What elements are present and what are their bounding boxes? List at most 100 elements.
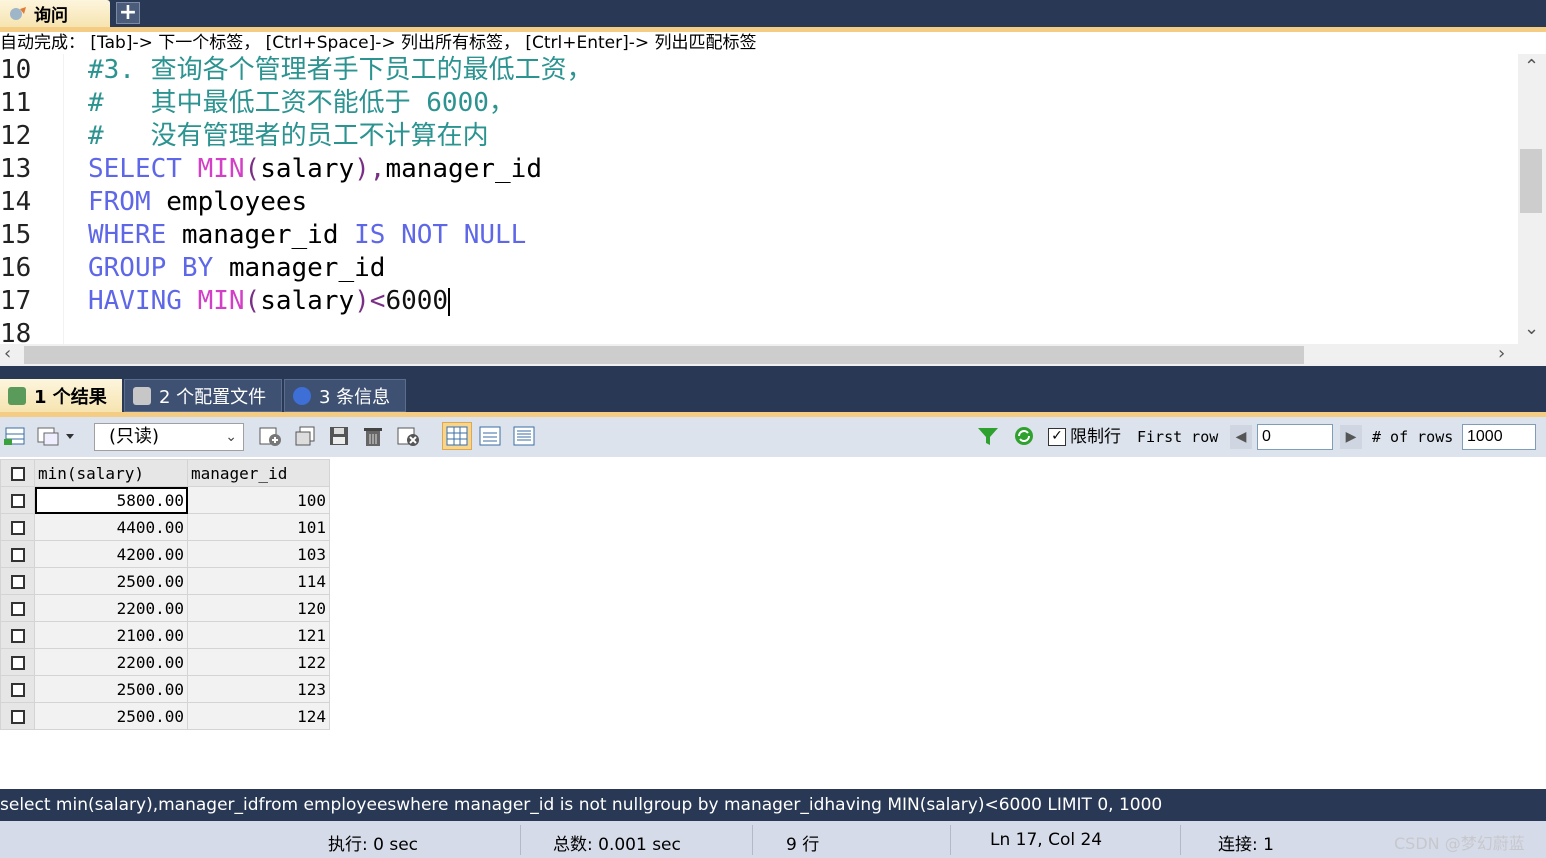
tab-messages[interactable]: 3 条信息 (284, 379, 406, 412)
code-line: # 其中最低工资不能低于 6000， (88, 88, 515, 118)
code-token: ( (244, 286, 261, 316)
table-row[interactable]: 2500.00 123 (0, 675, 330, 703)
delete-icon[interactable] (362, 425, 386, 447)
table-row[interactable]: 2500.00 124 (0, 702, 330, 730)
horizontal-scroll-thumb[interactable] (24, 346, 1304, 364)
cell-min-salary[interactable]: 2100.00 (34, 621, 188, 649)
status-divider (520, 825, 521, 855)
refresh-icon[interactable] (1012, 425, 1036, 447)
cell-min-salary[interactable]: 2500.00 (34, 702, 188, 730)
copy-dropdown-icon[interactable] (36, 425, 78, 447)
duplicate-row-icon[interactable] (294, 425, 318, 447)
row-select-checkbox[interactable] (0, 567, 35, 595)
checkbox-icon (10, 629, 25, 643)
tab-results-label: 1 个结果 (34, 386, 107, 408)
tab-results[interactable]: 1 个结果 (0, 379, 122, 412)
grid-view-icon[interactable] (442, 422, 472, 450)
scroll-up-icon[interactable]: ⌃ (1524, 58, 1539, 76)
cell-manager-id[interactable]: 120 (187, 594, 330, 622)
row-select-checkbox[interactable] (0, 540, 35, 568)
table-row[interactable]: 5800.00 100 (0, 486, 330, 514)
mode-select[interactable]: (只读) ⌄ (94, 423, 244, 451)
status-cursor-position: Ln 17, Col 24 (990, 830, 1103, 850)
rows-count-input[interactable] (1462, 424, 1536, 450)
save-icon[interactable] (328, 425, 352, 447)
table-row[interactable]: 2200.00 122 (0, 648, 330, 676)
cell-manager-id[interactable]: 103 (187, 540, 330, 568)
code-token: WHERE (88, 220, 167, 250)
limit-rows-checkbox[interactable]: ✓ (1048, 428, 1066, 446)
checkbox-icon (10, 467, 25, 481)
cell-manager-id[interactable]: 100 (187, 486, 330, 514)
scroll-down-icon[interactable]: ⌄ (1524, 320, 1539, 338)
tab-profile[interactable]: 2 个配置文件 (124, 379, 282, 412)
cell-min-salary[interactable]: 2200.00 (34, 648, 188, 676)
cell-manager-id[interactable]: 123 (187, 675, 330, 703)
cell-min-salary[interactable]: 2500.00 (34, 675, 188, 703)
tab-query-label: 询问 (34, 6, 68, 26)
previous-page-icon[interactable]: ◀ (1230, 425, 1252, 449)
code-token: GROUP BY (88, 253, 214, 283)
code-line: #3. 查询各个管理者手下员工的最低工资， (88, 55, 593, 85)
first-row-label: First row (1137, 428, 1219, 446)
status-bar: 执行: 0 sec 总数: 0.001 sec 9 行 Ln 17, Col 2… (0, 821, 1546, 858)
limit-rows-label: 限制行 (1070, 427, 1121, 447)
code-token: manager_id (166, 220, 355, 250)
scroll-left-icon[interactable]: ‹ (4, 345, 11, 363)
next-page-icon[interactable]: ▶ (1340, 425, 1362, 449)
line-number: 18 (0, 319, 32, 344)
cell-manager-id[interactable]: 121 (187, 621, 330, 649)
line-number: 17 (0, 286, 32, 316)
row-select-checkbox[interactable] (0, 702, 35, 730)
cell-manager-id[interactable]: 122 (187, 648, 330, 676)
row-select-checkbox[interactable] (0, 513, 35, 541)
text-view-icon[interactable] (512, 425, 536, 447)
cell-min-salary[interactable]: 4400.00 (34, 513, 188, 541)
code-token: IS NOT NULL (354, 220, 527, 250)
cell-min-salary[interactable]: 4200.00 (34, 540, 188, 568)
row-select-checkbox[interactable] (0, 675, 35, 703)
cancel-changes-icon[interactable] (396, 425, 420, 447)
checkbox-icon (10, 494, 25, 508)
cell-min-salary[interactable]: 2200.00 (34, 594, 188, 622)
row-select-checkbox[interactable] (0, 594, 35, 622)
table-row[interactable]: 4400.00 101 (0, 513, 330, 541)
add-row-icon[interactable] (258, 425, 282, 447)
line-number: 14 (0, 187, 32, 217)
table-row[interactable]: 2100.00 121 (0, 621, 330, 649)
checkbox-icon (10, 575, 25, 589)
cell-manager-id[interactable]: 124 (187, 702, 330, 730)
row-select-checkbox[interactable] (0, 621, 35, 649)
vertical-scroll-thumb[interactable] (1520, 149, 1542, 213)
add-tab-button[interactable]: + (116, 2, 140, 24)
code-token: SELECT (88, 154, 182, 184)
cell-manager-id[interactable]: 114 (187, 567, 330, 595)
table-row[interactable]: 2500.00 114 (0, 567, 330, 595)
text-caret (448, 287, 451, 316)
tab-query[interactable]: 询问 (0, 0, 110, 27)
cell-min-salary[interactable]: 5800.00 (34, 486, 188, 514)
code-line: SELECT MIN(salary),manager_id (88, 154, 542, 184)
table-row[interactable]: 2200.00 120 (0, 594, 330, 622)
cell-min-salary[interactable]: 2500.00 (34, 567, 188, 595)
first-row-input[interactable] (1257, 424, 1333, 450)
select-all-checkbox[interactable] (0, 459, 35, 487)
sql-editor[interactable]: 10 11 12 13 14 15 16 17 18 #3. 查询各个管理者手下员工的最低工资，… (0, 54, 1518, 344)
cell-manager-id[interactable]: 101 (187, 513, 330, 541)
scroll-right-icon[interactable]: › (1498, 345, 1505, 363)
column-header-min-salary[interactable]: min(salary) (34, 459, 188, 487)
chevron-down-icon: ⌄ (225, 429, 237, 445)
row-select-checkbox[interactable] (0, 648, 35, 676)
line-number: 15 (0, 220, 32, 250)
editor-horizontal-scrollbar[interactable]: ‹ › (0, 344, 1546, 366)
column-header-manager-id[interactable]: manager_id (187, 459, 330, 487)
code-token: ) (354, 286, 370, 316)
status-total-time: 总数: 0.001 sec (553, 835, 681, 855)
export-grid-icon[interactable] (4, 425, 28, 447)
filter-icon[interactable] (976, 425, 1000, 447)
line-number: 16 (0, 253, 32, 283)
row-select-checkbox[interactable] (0, 486, 35, 514)
table-row[interactable]: 4200.00 103 (0, 540, 330, 568)
editor-vertical-scrollbar[interactable]: ⌃ ⌄ (1518, 54, 1546, 344)
form-view-icon[interactable] (478, 425, 502, 447)
